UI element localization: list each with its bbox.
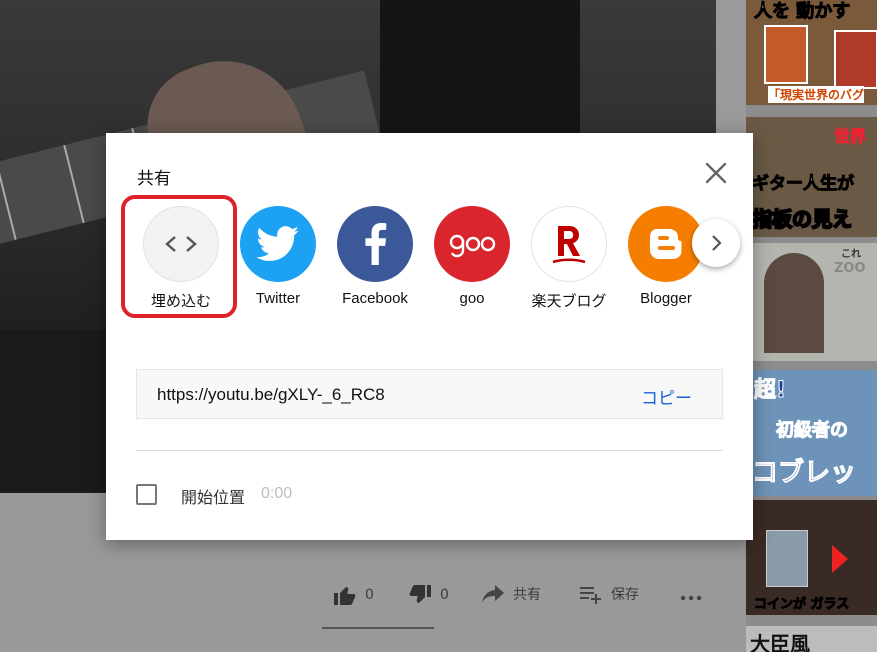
thumbnail-caption: 指板の見え <box>751 206 853 232</box>
like-button[interactable]: 0 <box>333 584 374 606</box>
save-button[interactable]: 保存 <box>579 584 639 604</box>
start-at-checkbox[interactable] <box>136 484 157 505</box>
thumbnail-caption: これ <box>841 249 861 260</box>
share-targets-row: 埋め込む Twitter Facebook goo 楽天ブログ Blogger <box>136 206 736 316</box>
close-icon <box>705 162 727 184</box>
dislike-count: 0 <box>440 587 449 603</box>
embed-icon-circle <box>143 206 219 282</box>
share-facebook-button[interactable]: Facebook <box>330 206 420 307</box>
share-button[interactable]: 共有 <box>481 584 541 604</box>
thumbnail-caption: 世界 <box>833 127 867 147</box>
share-arrow-icon <box>482 585 504 603</box>
thumbnail-caption: 「現実世界のバグ <box>768 86 865 103</box>
share-label-goo: goo <box>459 290 485 307</box>
close-button[interactable] <box>702 159 730 187</box>
goo-logo-icon <box>449 234 496 258</box>
twitter-bird-icon <box>256 226 299 261</box>
copy-button[interactable]: コピー <box>641 384 692 409</box>
action-underline <box>322 627 434 629</box>
dialog-divider <box>136 450 723 451</box>
share-dialog: 共有 埋め込む Twitter Facebook goo 楽天ブログ Blogg… <box>106 133 753 540</box>
like-count: 0 <box>365 587 374 603</box>
dialog-title: 共有 <box>137 169 171 189</box>
share-label-embed: 埋め込む <box>150 293 211 310</box>
thumbnail-caption: コブレッ <box>751 458 857 489</box>
twitter-icon-circle <box>240 206 316 282</box>
rakuten-r-icon <box>552 226 586 264</box>
share-goo-button[interactable]: goo <box>427 206 517 307</box>
share-label-facebook: Facebook <box>342 290 408 307</box>
thumbnail-caption: ギター人生が <box>752 174 855 195</box>
share-label-blogger: Blogger <box>640 290 692 307</box>
thumbnail-caption: 大臣風 <box>750 632 810 652</box>
share-label-rakuten-blog: 楽天ブログ <box>531 293 607 310</box>
share-url-box[interactable]: https://youtu.be/gXLY-_6_RC8 コピー <box>136 369 723 419</box>
facebook-f-icon <box>365 223 387 265</box>
share-rakuten-blog-button[interactable]: 楽天ブログ <box>524 206 614 311</box>
chevron-right-icon <box>712 235 722 251</box>
more-actions-button[interactable] <box>679 584 703 604</box>
goo-icon-circle <box>434 206 510 282</box>
thumbnail-caption: 超! <box>753 378 787 404</box>
embed-code-icon <box>165 236 197 252</box>
related-video-thumbnail[interactable]: 人を 動かす 「現実世界のバグ <box>746 0 877 105</box>
thumbnail-caption: ZOO <box>834 261 866 276</box>
related-video-thumbnail[interactable]: これ ZOO <box>746 243 877 361</box>
facebook-icon-circle <box>337 206 413 282</box>
dislike-button[interactable]: 0 <box>408 584 449 606</box>
save-label: 保存 <box>611 587 639 603</box>
playlist-add-icon <box>580 587 601 604</box>
share-label-twitter: Twitter <box>255 290 301 307</box>
thumb-up-icon <box>334 587 356 605</box>
related-video-thumbnail[interactable]: 超! 初級者の コブレッ <box>746 370 877 496</box>
rakuten-icon-circle <box>531 206 607 282</box>
thumb-down-icon <box>409 585 431 603</box>
start-at-time[interactable]: 0:00 <box>261 485 292 503</box>
more-horizontal-icon <box>680 595 702 601</box>
thumbnail-caption: 初級者の <box>776 420 849 442</box>
related-video-thumbnail[interactable]: コインが ガラス <box>746 500 877 615</box>
related-videos-sidebar: 人を 動かす 「現実世界のバグ 世界 ギター人生が 指板の見え これ ZOO 超… <box>746 0 877 652</box>
related-video-thumbnail[interactable]: 大臣風 <box>746 626 877 652</box>
share-label: 共有 <box>513 587 541 603</box>
thumbnail-caption: 人を 動かす <box>753 1 851 23</box>
start-at-label: 開始位置 <box>181 488 246 507</box>
share-embed-button[interactable]: 埋め込む <box>136 206 226 311</box>
share-twitter-button[interactable]: Twitter <box>233 206 323 307</box>
share-url-text[interactable]: https://youtu.be/gXLY-_6_RC8 <box>157 385 385 405</box>
related-video-thumbnail[interactable]: 世界 ギター人生が 指板の見え <box>746 117 877 237</box>
next-share-targets-button[interactable] <box>692 219 740 267</box>
thumbnail-caption: コインが ガラス <box>753 597 850 613</box>
blogger-b-icon <box>650 229 682 259</box>
